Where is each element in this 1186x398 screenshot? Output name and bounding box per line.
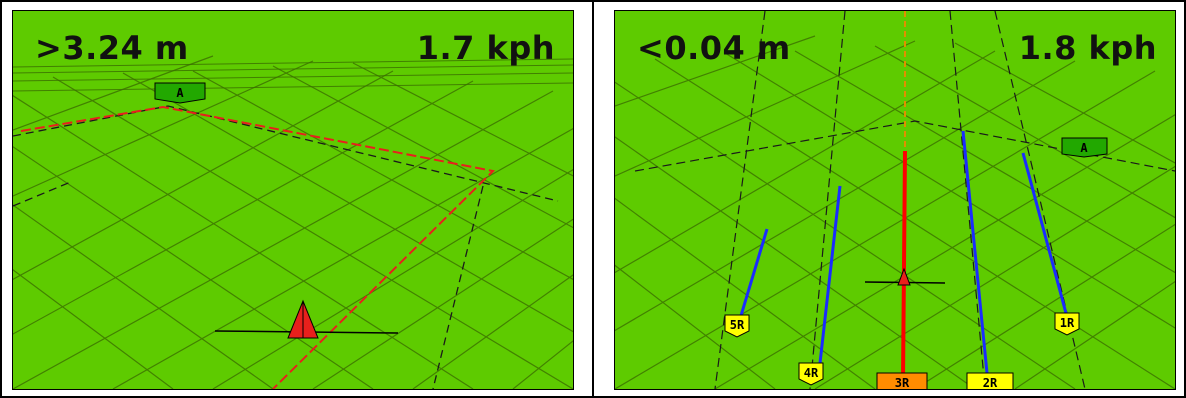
row-line-4r bbox=[818, 185, 842, 364]
row-line-5r bbox=[738, 228, 769, 320]
left-offset-readout: >3.24 m bbox=[35, 29, 189, 67]
point-a-marker-right: A bbox=[1061, 137, 1108, 158]
row-label-3r-active: 3R bbox=[876, 372, 928, 389]
row-line-2r bbox=[961, 130, 989, 374]
right-offset-readout: <0.04 m bbox=[637, 29, 791, 67]
frame-left bbox=[0, 0, 2, 398]
row-label-4r: 4R bbox=[798, 362, 824, 386]
row-line-1r bbox=[1021, 152, 1069, 318]
row-label-2r: 2R bbox=[966, 372, 1014, 389]
svg-text:5R: 5R bbox=[730, 318, 745, 332]
svg-text:1R: 1R bbox=[1060, 316, 1075, 330]
left-guidance-view: A >3.24 m 1.7 kph bbox=[12, 10, 574, 390]
right-field-grid: A 5R 4R 3R 2R 1R bbox=[615, 11, 1175, 389]
tractor-triangle-icon bbox=[214, 299, 399, 339]
svg-text:A: A bbox=[176, 86, 184, 100]
svg-text:A: A bbox=[1080, 141, 1088, 155]
svg-text:4R: 4R bbox=[804, 366, 819, 380]
right-guidance-view: A 5R 4R 3R 2R 1R <0.04 m 1.8 kph bbox=[614, 10, 1176, 390]
panel-divider bbox=[592, 0, 594, 398]
left-field-grid: A bbox=[13, 55, 573, 389]
tractor-triangle-icon-right bbox=[864, 267, 946, 286]
svg-text:2R: 2R bbox=[983, 376, 998, 389]
point-a-marker: A bbox=[154, 82, 206, 104]
row-label-1r: 1R bbox=[1054, 312, 1080, 336]
active-guidance-line bbox=[901, 150, 907, 382]
left-speed-readout: 1.7 kph bbox=[416, 29, 555, 67]
svg-text:3R: 3R bbox=[895, 376, 910, 389]
row-label-5r: 5R bbox=[724, 314, 750, 338]
right-speed-readout: 1.8 kph bbox=[1018, 29, 1157, 67]
